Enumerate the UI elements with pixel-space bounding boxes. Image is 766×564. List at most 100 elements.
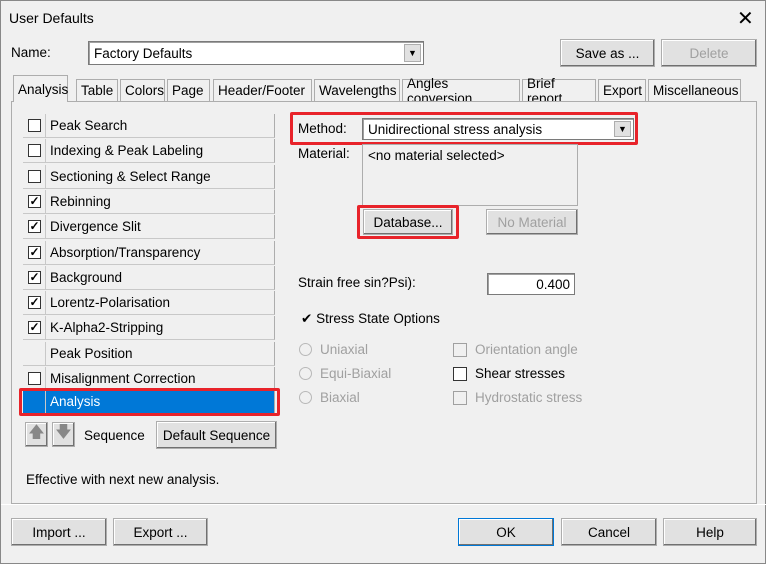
tab-colors[interactable]: Colors — [120, 79, 165, 101]
list-item[interactable]: ✓ Lorentz-Polarisation — [23, 291, 275, 316]
list-item[interactable]: ✓ Divergence Slit — [23, 215, 275, 240]
step-label: Peak Position — [50, 345, 133, 361]
radio-label: Uniaxial — [320, 342, 369, 357]
step-checkbox[interactable]: ✓ — [28, 245, 41, 259]
checkbox-label: Shear stresses — [475, 366, 566, 381]
tab-wavelengths[interactable]: Wavelengths — [314, 79, 400, 101]
strain-value: 0.400 — [536, 276, 570, 292]
divider — [45, 114, 46, 137]
import-button[interactable]: Import ... — [11, 518, 107, 546]
delete-button[interactable]: Delete — [661, 39, 757, 67]
checkbox-hydrostatic-stress[interactable] — [453, 391, 467, 405]
import-label: Import ... — [32, 524, 86, 540]
tab-label: Table — [81, 83, 114, 98]
checkbox-orientation-angle[interactable] — [453, 343, 467, 357]
tab-label: Analysis — [18, 81, 69, 97]
stress-state-toggle[interactable]: ✔ Stress State Options — [301, 311, 440, 327]
name-dropdown[interactable]: Factory Defaults ▼ — [88, 41, 424, 65]
divider — [45, 265, 46, 289]
checkbox-label: Hydrostatic stress — [475, 390, 583, 405]
arrow-up-icon[interactable]: 🡅 — [25, 422, 48, 447]
checkbox-shear-stresses[interactable] — [453, 367, 467, 381]
tab-analysis[interactable]: Analysis — [13, 75, 68, 102]
material-label: Material: — [298, 146, 350, 161]
tab-label: Export — [603, 83, 643, 98]
material-box: <no material selected> — [362, 144, 578, 206]
tab-label: Wavelengths — [319, 83, 397, 98]
checkmark-icon: ✔ — [301, 311, 313, 326]
delete-label: Delete — [689, 45, 729, 61]
radio-biaxial[interactable] — [299, 391, 312, 404]
divider — [45, 367, 46, 390]
tab-page[interactable]: Page — [167, 79, 210, 101]
default-sequence-label: Default Sequence — [162, 427, 271, 443]
step-checkbox[interactable]: ✓ — [28, 296, 41, 310]
tab-table[interactable]: Table — [76, 79, 118, 101]
help-button[interactable]: Help — [663, 518, 757, 546]
list-item[interactable]: Peak Search — [23, 114, 275, 138]
divider — [1, 504, 766, 505]
tab-header-footer[interactable]: Header/Footer — [213, 79, 312, 101]
user-defaults-dialog: User Defaults ✕ Name: Factory Defaults ▼… — [0, 0, 766, 564]
divider — [45, 341, 46, 365]
divider — [45, 164, 46, 188]
checkbox-label: Orientation angle — [475, 342, 578, 357]
step-checkbox[interactable]: ✓ — [28, 220, 41, 234]
step-label: Indexing & Peak Labeling — [50, 143, 204, 159]
save-as-label: Save as ... — [575, 45, 640, 61]
list-item[interactable]: Sectioning & Select Range — [23, 164, 275, 189]
window-title: User Defaults — [9, 10, 94, 26]
tab-angles-conversion[interactable]: Angles conversion — [402, 76, 520, 106]
material-value: <no material selected> — [368, 148, 505, 163]
list-item[interactable]: Peak Position — [23, 341, 275, 366]
step-label: Background — [50, 269, 123, 285]
step-label: Lorentz-Polarisation — [50, 295, 171, 311]
step-checkbox[interactable] — [28, 169, 41, 183]
strain-input[interactable]: 0.400 — [487, 273, 575, 295]
radio-label: Equi-Biaxial — [320, 366, 392, 381]
list-item[interactable]: ✓ K-Alpha2-Stripping — [23, 316, 275, 341]
step-checkbox[interactable] — [28, 372, 41, 385]
divider — [45, 240, 46, 264]
tab-miscellaneous[interactable]: Miscellaneous — [648, 79, 741, 101]
divider — [45, 291, 46, 315]
no-material-button[interactable]: No Material — [486, 209, 578, 235]
no-material-label: No Material — [497, 214, 567, 230]
list-item[interactable]: ✓ Background — [23, 265, 275, 290]
divider — [45, 316, 46, 340]
step-checkbox[interactable] — [28, 144, 41, 158]
highlight-analysis — [19, 388, 280, 416]
step-checkbox[interactable] — [28, 119, 41, 132]
export-button[interactable]: Export ... — [113, 518, 208, 546]
default-sequence-button[interactable]: Default Sequence — [156, 421, 277, 449]
ok-button[interactable]: OK — [458, 518, 554, 546]
list-item[interactable]: Indexing & Peak Labeling — [23, 139, 275, 164]
radio-uniaxial[interactable] — [299, 343, 312, 356]
step-checkbox[interactable]: ✓ — [28, 321, 41, 335]
step-label: Peak Search — [50, 118, 128, 133]
divider — [45, 139, 46, 163]
step-checkbox[interactable]: ✓ — [28, 270, 41, 284]
step-label: Divergence Slit — [50, 219, 141, 235]
save-as-button[interactable]: Save as ... — [560, 39, 655, 67]
cancel-button[interactable]: Cancel — [561, 518, 657, 546]
list-item[interactable]: ✓ Absorption/Transparency — [23, 240, 275, 265]
arrow-down-icon[interactable]: 🡇 — [52, 422, 75, 447]
tab-label: Header/Footer — [218, 83, 306, 98]
step-label: Rebinning — [50, 193, 111, 209]
step-checkbox[interactable]: ✓ — [28, 194, 41, 208]
note-text: Effective with next new analysis. — [26, 472, 220, 487]
radio-label: Biaxial — [320, 390, 360, 405]
radio-equi-biaxial[interactable] — [299, 367, 312, 380]
highlight-method — [290, 112, 638, 145]
tab-export[interactable]: Export — [598, 79, 646, 101]
tab-brief-report[interactable]: Brief report — [522, 76, 596, 106]
list-item[interactable]: ✓ Rebinning — [23, 189, 275, 214]
step-label: K-Alpha2-Stripping — [50, 320, 164, 336]
chevron-down-icon[interactable]: ▼ — [404, 44, 421, 62]
ok-label: OK — [496, 524, 516, 540]
step-label: Misalignment Correction — [50, 371, 196, 386]
divider — [45, 215, 46, 239]
close-icon[interactable]: ✕ — [737, 6, 754, 31]
name-value: Factory Defaults — [94, 45, 193, 61]
